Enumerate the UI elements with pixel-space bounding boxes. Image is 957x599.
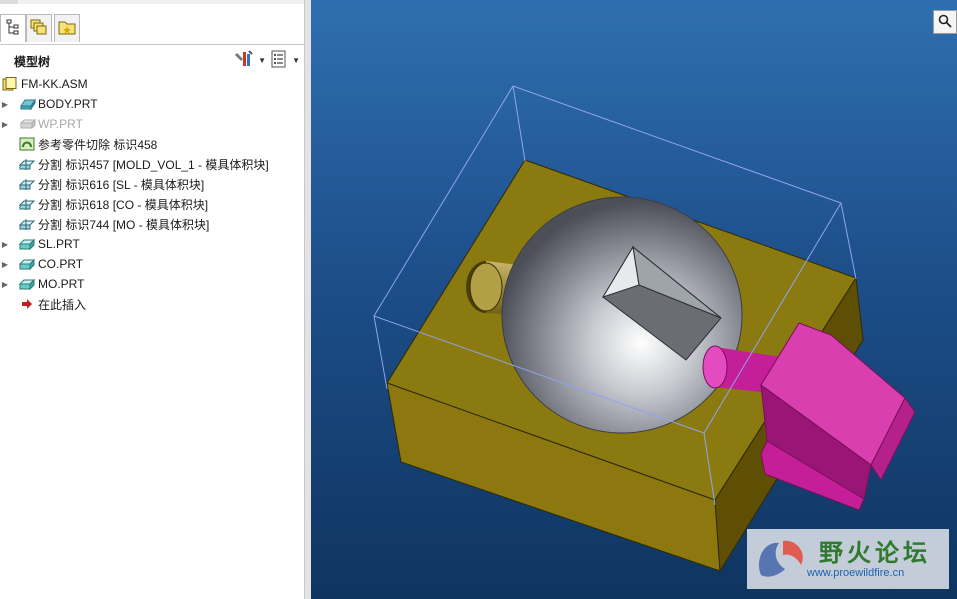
settings-dropdown-icon[interactable]: ▼: [258, 56, 266, 65]
tree-item-co[interactable]: ▶ CO.PRT: [0, 254, 304, 274]
forum-watermark: 野火论坛 www.proewildfire.cn: [747, 529, 949, 589]
tree-item-sl[interactable]: ▶ SL.PRT: [0, 234, 304, 254]
search-icon: [938, 14, 952, 31]
watermark-logo: [753, 535, 809, 586]
tree-root-label: FM-KK.ASM: [21, 77, 88, 91]
panel-splitter[interactable]: [304, 0, 311, 599]
tree-item-label: SL.PRT: [38, 237, 80, 251]
part-icon: [19, 97, 36, 111]
expand-arrow-icon[interactable]: ▶: [0, 280, 10, 289]
tree-item-split-616[interactable]: 分割 标识616 [SL - 模具体积块]: [0, 174, 304, 194]
watermark-url: www.proewildfire.cn: [807, 567, 905, 579]
tree-item-label: 在此插入: [38, 297, 87, 312]
ref-cut-icon: [19, 137, 35, 151]
mold-part-icon: [18, 257, 36, 271]
tree-item-label: 分割 标识744 [MO - 模具体积块]: [38, 217, 210, 232]
layers-icon: [30, 19, 48, 38]
expand-arrow-icon[interactable]: ▶: [0, 120, 10, 129]
tree-item-body[interactable]: ▶ BODY.PRT: [0, 94, 304, 114]
tree-item-label: BODY.PRT: [38, 97, 98, 111]
tree-item-label: 参考零件切除 标识458: [38, 137, 158, 152]
split-icon: [18, 217, 36, 231]
tree-item-label: 分割 标识618 [CO - 模具体积块]: [38, 197, 209, 212]
split-icon: [18, 197, 36, 211]
panel-top-strip: [0, 0, 304, 4]
tree-header: 模型树 ▼ ▼: [0, 48, 304, 72]
navigator-tabs: [0, 14, 304, 44]
split-icon: [18, 177, 36, 191]
tab-model-tree[interactable]: [0, 14, 26, 42]
mold-part-icon: [18, 237, 36, 251]
tree-item-ref-cut[interactable]: 参考零件切除 标识458: [0, 134, 304, 154]
show-dropdown-icon[interactable]: ▼: [292, 56, 300, 65]
show-options-icon[interactable]: [270, 50, 288, 71]
expand-arrow-icon[interactable]: ▶: [0, 260, 10, 269]
assembly-icon: [2, 77, 18, 91]
model-tree-icon: [6, 19, 20, 38]
workpiece-icon: [19, 117, 37, 131]
split-icon: [18, 157, 36, 171]
tree-root[interactable]: FM-KK.ASM: [0, 74, 304, 94]
tree-item-mo[interactable]: ▶ MO.PRT: [0, 274, 304, 294]
tab-favorites[interactable]: [54, 14, 80, 42]
tree-title: 模型树: [14, 55, 51, 69]
tree-item-label: CO.PRT: [38, 257, 84, 271]
tab-divider: [0, 44, 304, 45]
mold-part-icon: [18, 277, 36, 291]
model-tree-panel: 模型树 ▼ ▼ FM-KK.ASM ▶ BODY.PRT ▶ WP.PRT 参考…: [0, 0, 304, 599]
tree-item-label: 分割 标识457 [MOLD_VOL_1 - 模具体积块]: [38, 157, 269, 172]
tree-item-label: MO.PRT: [38, 277, 85, 291]
tree-item-wp[interactable]: ▶ WP.PRT: [0, 114, 304, 134]
favorites-folder-icon: [58, 19, 76, 38]
expand-arrow-icon[interactable]: ▶: [0, 240, 10, 249]
expand-arrow-icon[interactable]: ▶: [0, 100, 10, 109]
settings-icon[interactable]: [234, 50, 254, 71]
tree-item-split-744[interactable]: 分割 标识744 [MO - 模具体积块]: [0, 214, 304, 234]
tree-item-split-618[interactable]: 分割 标识618 [CO - 模具体积块]: [0, 194, 304, 214]
insert-here-arrow-icon: [19, 297, 35, 311]
tree-item-label: 分割 标识616 [SL - 模具体积块]: [38, 177, 205, 192]
tree-item-label: WP.PRT: [38, 117, 83, 131]
mold-3d-model[interactable]: [311, 0, 957, 599]
tree-item-split-457[interactable]: 分割 标识457 [MOLD_VOL_1 - 模具体积块]: [0, 154, 304, 174]
tree-tools: ▼ ▼: [234, 50, 300, 71]
watermark-title: 野火论坛: [819, 540, 931, 567]
search-button[interactable]: [933, 10, 957, 34]
graphics-viewport[interactable]: 野火论坛 www.proewildfire.cn: [311, 0, 957, 599]
tree-item-insert-here[interactable]: 在此插入: [0, 294, 304, 314]
tab-layers[interactable]: [26, 14, 52, 42]
